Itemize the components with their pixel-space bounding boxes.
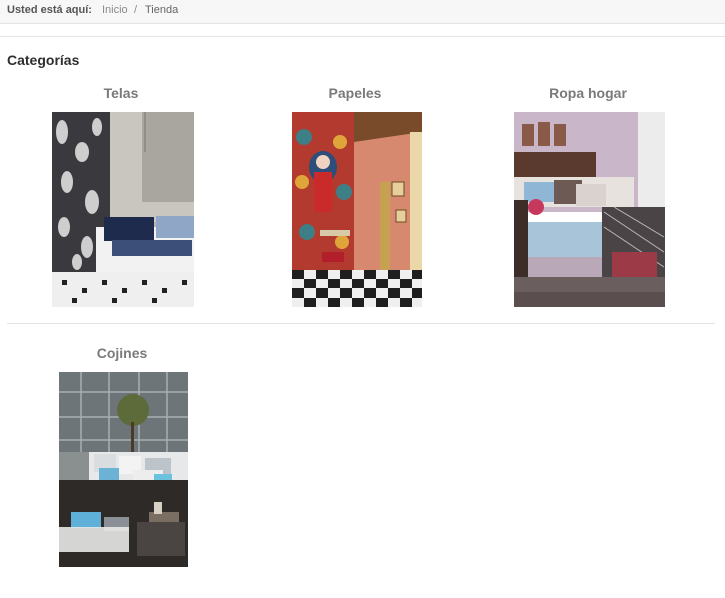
breadcrumb-current-tienda: Tienda — [145, 4, 179, 16]
papeles-photo — [292, 112, 422, 307]
breadcrumb-label: Usted está aquí: — [7, 4, 92, 16]
category-title-ropa-hogar[interactable]: Ropa hogar — [488, 85, 688, 101]
cojines-photo — [59, 372, 188, 567]
category-image-papeles[interactable] — [292, 112, 422, 307]
category-image-telas[interactable] — [52, 112, 194, 307]
category-image-ropa-hogar[interactable] — [514, 112, 665, 307]
breadcrumb: Usted está aquí: Inicio / Tienda — [0, 0, 725, 24]
telas-photo — [52, 112, 194, 307]
breadcrumb-link-inicio[interactable]: Inicio — [102, 0, 128, 20]
section-title: Categorías — [7, 52, 80, 68]
category-title-cojines[interactable]: Cojines — [22, 345, 222, 361]
row-divider — [7, 323, 715, 324]
category-title-papeles[interactable]: Papeles — [255, 85, 455, 101]
breadcrumb-separator: / — [134, 4, 138, 16]
category-image-cojines[interactable] — [59, 372, 188, 567]
category-title-telas[interactable]: Telas — [21, 85, 221, 101]
divider — [0, 36, 725, 37]
ropa-hogar-photo — [514, 112, 665, 307]
